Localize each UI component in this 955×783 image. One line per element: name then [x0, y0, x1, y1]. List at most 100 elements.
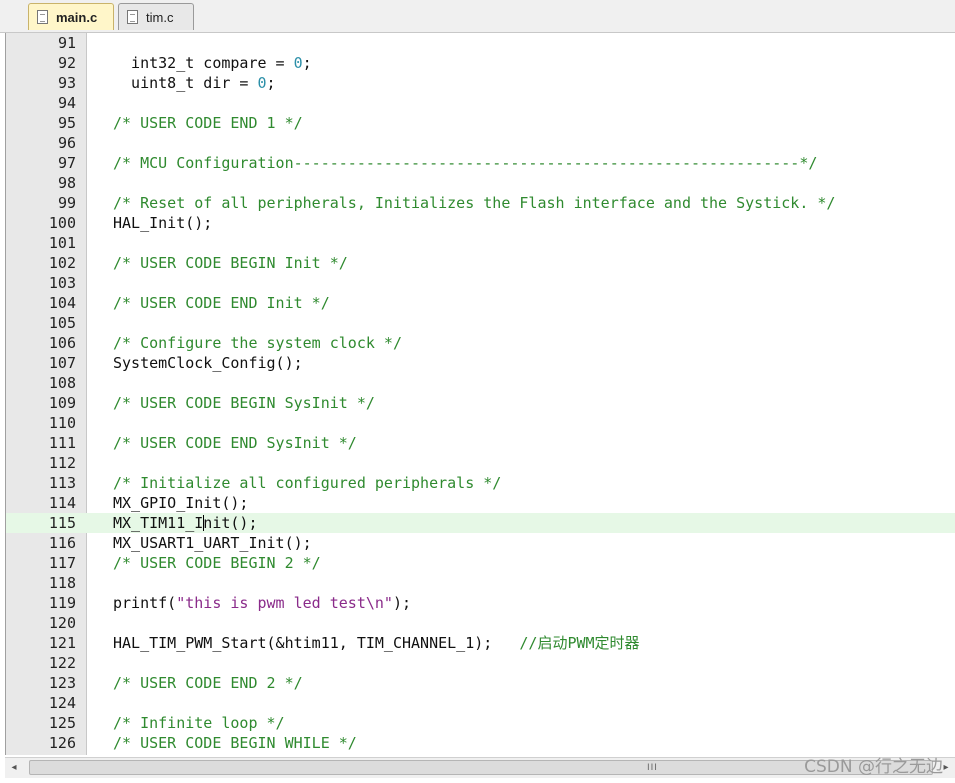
line-number: 96: [57, 134, 76, 152]
code-text[interactable]: /* USER CODE BEGIN 2 */: [113, 553, 321, 573]
line-number: 122: [48, 654, 76, 672]
code-line[interactable]: 112: [6, 453, 955, 473]
code-text[interactable]: MX_GPIO_Init();: [113, 493, 248, 513]
code-line[interactable]: 116 MX_USART1_UART_Init();: [6, 533, 955, 553]
code-text[interactable]: HAL_Init();: [113, 213, 212, 233]
tab-tim-c[interactable]: tim.c: [118, 3, 194, 30]
line-number: 107: [48, 354, 76, 372]
scrollbar-grip-icon: III: [647, 763, 658, 773]
code-text[interactable]: printf("this is pwm led test\n");: [113, 593, 411, 613]
code-text[interactable]: /* USER CODE END Init */: [113, 293, 330, 313]
scroll-left-arrow-icon[interactable]: ◂: [7, 760, 21, 776]
code-line[interactable]: 122: [6, 653, 955, 673]
code-line[interactable]: 120: [6, 613, 955, 633]
code-text[interactable]: /* USER CODE BEGIN WHILE */: [113, 733, 357, 753]
line-number: 113: [48, 474, 76, 492]
code-line[interactable]: 121 HAL_TIM_PWM_Start(&htim11, TIM_CHANNE…: [6, 633, 955, 653]
code-line[interactable]: 104 /* USER CODE END Init */: [6, 293, 955, 313]
code-line[interactable]: 110: [6, 413, 955, 433]
code-line[interactable]: 96: [6, 133, 955, 153]
code-text[interactable]: int32_t compare = 0;: [113, 53, 312, 73]
code-line[interactable]: 124: [6, 693, 955, 713]
code-editor[interactable]: 91 92 int32_t compare = 0; 93 uint8_t dir …: [5, 33, 955, 755]
code-line[interactable]: 103: [6, 273, 955, 293]
tab-main-c[interactable]: main.c: [28, 3, 114, 30]
line-number: 111: [48, 434, 76, 452]
line-number: 117: [48, 554, 76, 572]
code-line[interactable]: 117 /* USER CODE BEGIN 2 */: [6, 553, 955, 573]
code-text[interactable]: uint8_t dir = 0;: [113, 73, 276, 93]
code-line[interactable]: 119 printf("this is pwm led test\n");: [6, 593, 955, 613]
line-number: 92: [57, 54, 76, 72]
code-text[interactable]: /* MCU Configuration--------------------…: [113, 153, 817, 173]
tab-label: main.c: [56, 9, 98, 25]
line-number: 123: [48, 674, 76, 692]
line-number: 108: [48, 374, 76, 392]
code-line[interactable]: 115 MX_TIM11_Init();: [6, 513, 955, 533]
line-number: 110: [48, 414, 76, 432]
code-line[interactable]: 92 int32_t compare = 0;: [6, 53, 955, 73]
file-icon: [37, 10, 48, 24]
line-number: 114: [48, 494, 76, 512]
code-line[interactable]: 105: [6, 313, 955, 333]
line-number: 109: [48, 394, 76, 412]
line-number: 106: [48, 334, 76, 352]
line-number: 91: [57, 34, 76, 52]
tab-label: tim.c: [146, 9, 174, 25]
line-number: 126: [48, 734, 76, 752]
code-text[interactable]: /* Initialize all configured peripherals…: [113, 473, 501, 493]
code-text[interactable]: /* USER CODE END 2 */: [113, 673, 303, 693]
code-line[interactable]: 100 HAL_Init();: [6, 213, 955, 233]
code-line[interactable]: 125 /* Infinite loop */: [6, 713, 955, 733]
code-text[interactable]: /* Infinite loop */: [113, 713, 285, 733]
code-line[interactable]: 101: [6, 233, 955, 253]
scrollbar-thumb[interactable]: III: [29, 760, 933, 775]
watermark: CSDN @行之无边: [804, 757, 943, 777]
line-number: 103: [48, 274, 76, 292]
line-number: 99: [57, 194, 76, 212]
code-line[interactable]: 106 /* Configure the system clock */: [6, 333, 955, 353]
line-number: 95: [57, 114, 76, 132]
line-number: 116: [48, 534, 76, 552]
code-line[interactable]: 108: [6, 373, 955, 393]
line-number: 100: [48, 214, 76, 232]
code-text[interactable]: MX_TIM11_Init();: [113, 513, 258, 533]
line-number: 101: [48, 234, 76, 252]
code-line[interactable]: 123 /* USER CODE END 2 */: [6, 673, 955, 693]
code-line[interactable]: 99 /* Reset of all peripherals, Initializ…: [6, 193, 955, 213]
line-number: 125: [48, 714, 76, 732]
line-number: 97: [57, 154, 76, 172]
code-line[interactable]: 126 /* USER CODE BEGIN WHILE */: [6, 733, 955, 753]
code-text[interactable]: /* Configure the system clock */: [113, 333, 402, 353]
code-line[interactable]: 98: [6, 173, 955, 193]
line-number: 94: [57, 94, 76, 112]
code-text[interactable]: /* USER CODE BEGIN Init */: [113, 253, 348, 273]
code-line[interactable]: 111 /* USER CODE END SysInit */: [6, 433, 955, 453]
line-number: 102: [48, 254, 76, 272]
code-text[interactable]: /* USER CODE END 1 */: [113, 113, 303, 133]
tab-bar: main.c tim.c: [0, 0, 955, 33]
line-number: 121: [48, 634, 76, 652]
code-text[interactable]: SystemClock_Config();: [113, 353, 303, 373]
code-line[interactable]: 109 /* USER CODE BEGIN SysInit */: [6, 393, 955, 413]
code-text[interactable]: /* USER CODE BEGIN SysInit */: [113, 393, 375, 413]
code-line[interactable]: 113 /* Initialize all configured peripher…: [6, 473, 955, 493]
line-number: 98: [57, 174, 76, 192]
code-line[interactable]: 95 /* USER CODE END 1 */: [6, 113, 955, 133]
code-line[interactable]: 107 SystemClock_Config();: [6, 353, 955, 373]
line-number: 124: [48, 694, 76, 712]
code-line[interactable]: 118: [6, 573, 955, 593]
line-number: 115: [48, 514, 76, 532]
code-line[interactable]: 93 uint8_t dir = 0;: [6, 73, 955, 93]
code-text[interactable]: MX_USART1_UART_Init();: [113, 533, 312, 553]
code-line[interactable]: 91: [6, 33, 955, 53]
code-line[interactable]: 114 MX_GPIO_Init();: [6, 493, 955, 513]
line-number: 120: [48, 614, 76, 632]
code-line[interactable]: 102 /* USER CODE BEGIN Init */: [6, 253, 955, 273]
line-number: 104: [48, 294, 76, 312]
code-text[interactable]: HAL_TIM_PWM_Start(&htim11, TIM_CHANNEL_1…: [113, 633, 640, 653]
code-line[interactable]: 94: [6, 93, 955, 113]
code-text[interactable]: /* Reset of all peripherals, Initializes…: [113, 193, 835, 213]
code-line[interactable]: 97 /* MCU Configuration------------------…: [6, 153, 955, 173]
code-text[interactable]: /* USER CODE END SysInit */: [113, 433, 357, 453]
